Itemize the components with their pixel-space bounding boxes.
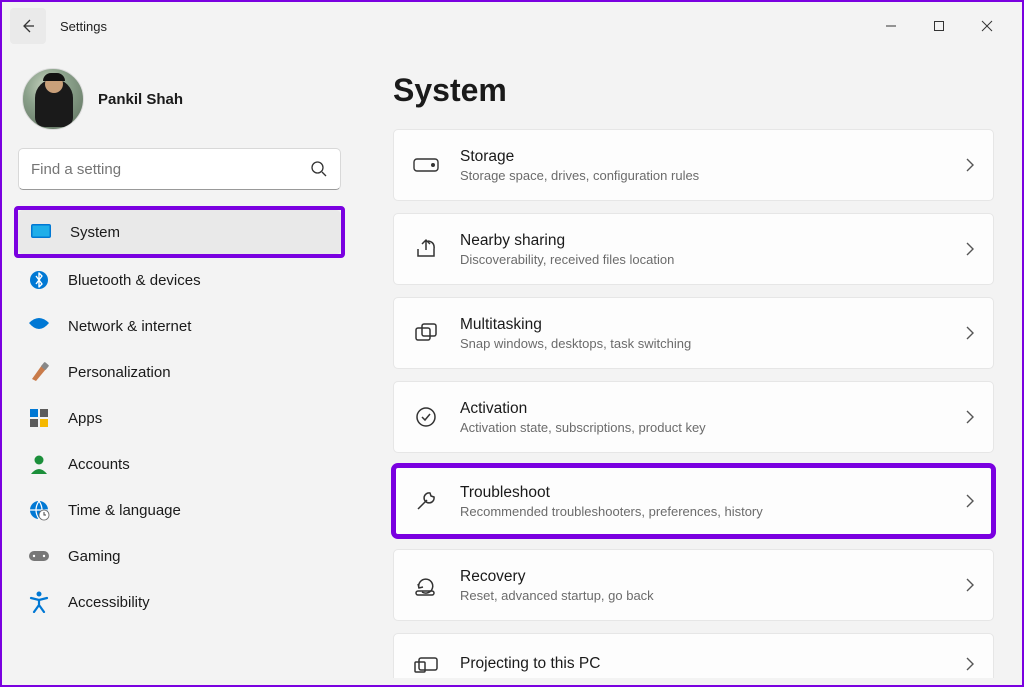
card-desc: Discoverability, received files location (460, 252, 945, 267)
nav-list: System Bluetooth & devices Network & int… (16, 208, 343, 624)
apps-icon (28, 407, 50, 429)
main-content: System Storage Storage space, drives, co… (357, 50, 1022, 685)
chevron-right-icon (965, 577, 975, 593)
arrow-left-icon (20, 18, 36, 34)
card-desc: Storage space, drives, configuration rul… (460, 168, 945, 183)
user-account-block[interactable]: Pankil Shah (16, 64, 343, 148)
globe-clock-icon (28, 499, 50, 521)
user-name: Pankil Shah (98, 91, 183, 108)
maximize-button[interactable] (926, 13, 952, 39)
wrench-icon (412, 487, 440, 515)
card-title: Nearby sharing (460, 232, 945, 250)
nav-item-bluetooth[interactable]: Bluetooth & devices (16, 258, 343, 302)
app-title: Settings (60, 19, 107, 34)
recovery-icon (412, 571, 440, 599)
card-title: Multitasking (460, 316, 945, 334)
chevron-right-icon (965, 656, 975, 672)
system-icon (30, 221, 52, 243)
nav-item-system[interactable]: System (18, 210, 341, 254)
wifi-icon (28, 315, 50, 337)
nav-label: Apps (68, 410, 102, 427)
nav-label: Accounts (68, 456, 130, 473)
checkmark-circle-icon (412, 403, 440, 431)
card-title: Troubleshoot (460, 484, 945, 502)
window-controls (878, 13, 1014, 39)
nav-item-accessibility[interactable]: Accessibility (16, 580, 343, 624)
sidebar: Pankil Shah System Bluetooth & devices (2, 50, 357, 685)
card-multitasking[interactable]: Multitasking Snap windows, desktops, tas… (393, 297, 994, 369)
nav-label: Accessibility (68, 594, 150, 611)
card-troubleshoot[interactable]: Troubleshoot Recommended troubleshooters… (393, 465, 994, 537)
card-title: Activation (460, 400, 945, 418)
close-button[interactable] (974, 13, 1000, 39)
card-projecting[interactable]: Projecting to this PC (393, 633, 994, 678)
nav-item-apps[interactable]: Apps (16, 396, 343, 440)
card-title: Projecting to this PC (460, 655, 945, 673)
share-icon (412, 235, 440, 263)
card-activation[interactable]: Activation Activation state, subscriptio… (393, 381, 994, 453)
storage-icon (412, 151, 440, 179)
nav-item-network[interactable]: Network & internet (16, 304, 343, 348)
nav-label: Gaming (68, 548, 121, 565)
chevron-right-icon (965, 493, 975, 509)
card-recovery[interactable]: Recovery Reset, advanced startup, go bac… (393, 549, 994, 621)
page-heading: System (393, 72, 994, 109)
chevron-right-icon (965, 157, 975, 173)
nav-label: Time & language (68, 502, 181, 519)
person-icon (28, 453, 50, 475)
multitask-icon (412, 319, 440, 347)
chevron-right-icon (965, 409, 975, 425)
back-button[interactable] (10, 8, 46, 44)
nav-item-gaming[interactable]: Gaming (16, 534, 343, 578)
settings-cards: Storage Storage space, drives, configura… (393, 129, 994, 678)
projecting-icon (412, 650, 440, 678)
card-storage[interactable]: Storage Storage space, drives, configura… (393, 129, 994, 201)
titlebar: Settings (2, 2, 1022, 50)
card-desc: Activation state, subscriptions, product… (460, 420, 945, 435)
nav-label: Bluetooth & devices (68, 272, 201, 289)
gamepad-icon (28, 545, 50, 567)
nav-label: Personalization (68, 364, 171, 381)
search-box[interactable] (18, 148, 341, 190)
paintbrush-icon (28, 361, 50, 383)
chevron-right-icon (965, 241, 975, 257)
nav-item-accounts[interactable]: Accounts (16, 442, 343, 486)
nav-item-time-language[interactable]: Time & language (16, 488, 343, 532)
search-input[interactable] (31, 161, 310, 178)
card-nearby-sharing[interactable]: Nearby sharing Discoverability, received… (393, 213, 994, 285)
avatar (22, 68, 84, 130)
accessibility-icon (28, 591, 50, 613)
nav-label: Network & internet (68, 318, 191, 335)
nav-item-personalization[interactable]: Personalization (16, 350, 343, 394)
card-desc: Recommended troubleshooters, preferences… (460, 504, 945, 519)
nav-label: System (70, 224, 120, 241)
card-desc: Reset, advanced startup, go back (460, 588, 945, 603)
card-title: Storage (460, 148, 945, 166)
card-desc: Snap windows, desktops, task switching (460, 336, 945, 351)
highlight-system: System (14, 206, 345, 258)
bluetooth-icon (28, 269, 50, 291)
card-title: Recovery (460, 568, 945, 586)
minimize-button[interactable] (878, 13, 904, 39)
chevron-right-icon (965, 325, 975, 341)
search-icon (310, 160, 328, 178)
